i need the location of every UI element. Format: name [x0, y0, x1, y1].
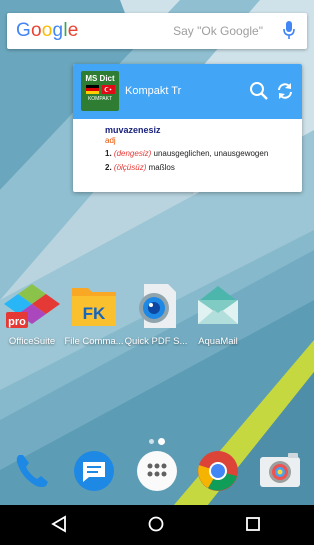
sense-item: 2. (ölçüsüz) maßlos	[105, 163, 288, 173]
phone-icon[interactable]	[10, 449, 54, 493]
sense-translation: unausgeglichen, unausgewogen	[153, 149, 269, 158]
part-of-speech: adj	[105, 136, 116, 145]
logo-subtext: KOMPAKT	[87, 96, 113, 102]
officesuite-icon: pro	[4, 284, 60, 328]
sense-turkish: (ölçüsüz)	[113, 163, 147, 172]
dictionary-entry[interactable]: muvazenesiz adj 1. (dengesiz) unausgegli…	[73, 119, 302, 173]
google-logo-letter: o	[30, 20, 42, 41]
google-logo-letter: G	[16, 20, 31, 41]
sense-turkish: (dengesiz)	[113, 149, 152, 158]
app-label: Quick PDF S...	[124, 336, 188, 347]
google-search-bar[interactable]: Google Say "Ok Google"	[7, 13, 307, 49]
widget-title: Kompakt Tr	[125, 85, 182, 97]
headword: muvazenesiz	[105, 125, 161, 135]
ms-dict-widget[interactable]: MS Dict KOMPAKT Kompakt Tr muvazenesiz a…	[73, 64, 302, 192]
app-drawer-icon[interactable]	[135, 449, 179, 493]
flags	[81, 85, 119, 94]
logo-text: MS Dict	[85, 74, 115, 83]
home-icon[interactable]	[147, 515, 165, 533]
quick-pdf-scanner-icon	[139, 284, 176, 328]
search-hint: Say "Ok Google"	[173, 24, 263, 38]
google-logo-letter: g	[52, 20, 64, 41]
sense-translation: maßlos	[148, 163, 175, 172]
dock	[0, 449, 314, 501]
chrome-icon[interactable]	[196, 449, 240, 493]
german-flag-icon	[85, 85, 99, 94]
page-dot[interactable]	[149, 439, 154, 444]
page-indicator	[0, 431, 314, 449]
sense-item: 1. (dengesiz) unausgeglichen, unausgewog…	[105, 149, 288, 159]
google-logo-letter: e	[67, 20, 79, 41]
mic-icon[interactable]	[283, 21, 295, 40]
sense-number: 1.	[105, 149, 112, 158]
app-officesuite[interactable]: pro OfficeSuite	[2, 282, 62, 347]
app-quick-pdf-scanner[interactable]: Quick PDF S...	[125, 282, 187, 347]
google-logo: Google	[16, 20, 79, 42]
app-label: File Comma...	[64, 336, 124, 347]
file-commander-icon: FK	[72, 288, 116, 326]
sync-icon[interactable]	[275, 81, 295, 101]
app-file-commander[interactable]: FK File Comma...	[64, 282, 124, 347]
app-aquamail[interactable]: AquaMail	[188, 282, 248, 347]
camera-icon[interactable]	[258, 449, 302, 493]
widget-header: MS Dict KOMPAKT Kompakt Tr	[73, 64, 302, 119]
messages-icon[interactable]	[72, 449, 116, 493]
google-logo-letter: o	[41, 20, 53, 41]
sense-number: 2.	[105, 163, 112, 172]
back-icon[interactable]	[50, 515, 68, 533]
ms-dict-logo[interactable]: MS Dict KOMPAKT	[81, 71, 119, 111]
navigation-bar	[0, 505, 314, 545]
search-icon[interactable]	[249, 81, 269, 101]
app-label: OfficeSuite	[8, 336, 56, 347]
turkish-flag-icon	[101, 85, 115, 94]
svg-text:pro: pro	[8, 316, 26, 328]
svg-text:FK: FK	[83, 304, 106, 323]
page-dot-active[interactable]	[158, 438, 165, 445]
app-label: AquaMail	[198, 336, 238, 347]
recents-icon[interactable]	[244, 515, 262, 533]
aquamail-icon	[198, 286, 238, 324]
